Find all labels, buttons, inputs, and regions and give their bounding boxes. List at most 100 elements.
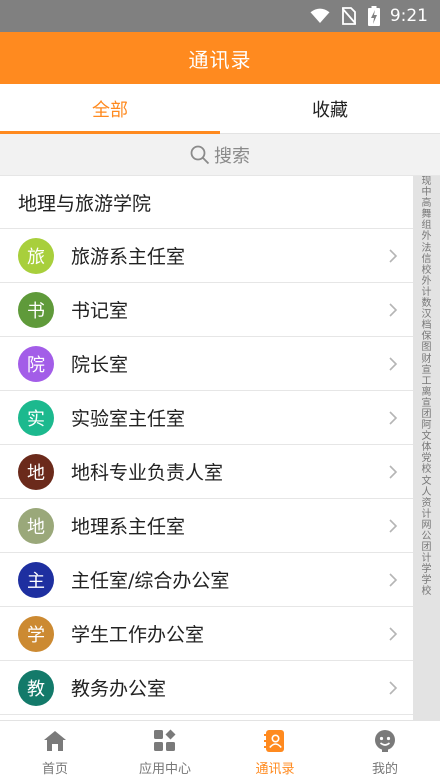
contact-row[interactable]: 主主任室/综合办公室 bbox=[0, 553, 413, 607]
contact-avatar: 院 bbox=[18, 345, 54, 382]
status-time: 9:21 bbox=[389, 6, 428, 26]
alphabet-index-bar[interactable]: 现中高舞组外法信校外计数汉档保图财宣工离宣团阿文体党校文人资计网公团计学学校 bbox=[413, 176, 440, 720]
nav-home[interactable]: 首页 bbox=[0, 721, 110, 783]
contacts-icon bbox=[263, 728, 287, 754]
contact-row[interactable]: 实实验室主任室 bbox=[0, 391, 413, 445]
index-letter[interactable]: 高 bbox=[422, 198, 432, 209]
index-letter[interactable]: 党 bbox=[422, 453, 432, 464]
index-letter[interactable]: 团 bbox=[422, 409, 432, 420]
index-letter[interactable]: 图 bbox=[422, 342, 432, 353]
contact-name: 书记室 bbox=[71, 300, 129, 322]
contact-avatar: 学 bbox=[18, 615, 54, 652]
index-letter[interactable]: 团 bbox=[422, 542, 432, 553]
index-letter[interactable]: 校 bbox=[422, 464, 432, 475]
contact-avatar: 主 bbox=[18, 561, 54, 598]
index-letter[interactable]: 数 bbox=[422, 298, 432, 309]
index-letter[interactable]: 宣 bbox=[422, 398, 432, 409]
index-letter[interactable]: 校 bbox=[422, 265, 432, 276]
index-letter[interactable]: 信 bbox=[422, 254, 432, 265]
nav-home-label: 首页 bbox=[41, 761, 68, 777]
chevron-right-icon bbox=[383, 410, 403, 426]
chevron-right-icon bbox=[383, 464, 403, 480]
index-letter[interactable]: 计 bbox=[422, 287, 432, 298]
index-letter[interactable]: 文 bbox=[422, 431, 432, 442]
contact-name: 主任室/综合办公室 bbox=[71, 570, 230, 592]
chevron-right-icon bbox=[383, 680, 403, 696]
nav-apps[interactable]: 应用中心 bbox=[110, 721, 220, 783]
chevron-right-icon bbox=[383, 356, 403, 372]
search-placeholder: 搜索 bbox=[214, 145, 250, 167]
status-bar: 9:21 bbox=[0, 0, 440, 32]
index-letter[interactable]: 资 bbox=[422, 498, 432, 509]
index-letter[interactable]: 学 bbox=[422, 575, 432, 586]
contact-row[interactable]: 地地科专业负责人室 bbox=[0, 445, 413, 499]
contact-row[interactable]: 教教务办公室 bbox=[0, 661, 413, 715]
wifi-icon bbox=[310, 8, 330, 24]
section-header: 地理与旅游学院 bbox=[0, 176, 413, 229]
chevron-right-icon bbox=[383, 248, 403, 264]
nav-apps-label: 应用中心 bbox=[138, 761, 191, 777]
contact-avatar: 地 bbox=[18, 507, 54, 544]
contact-row[interactable]: 书书记室 bbox=[0, 283, 413, 337]
contact-name: 教务办公室 bbox=[71, 678, 167, 700]
contact-name: 院长室 bbox=[71, 354, 129, 376]
index-letter[interactable]: 文 bbox=[422, 476, 432, 487]
index-letter[interactable]: 阿 bbox=[422, 420, 432, 431]
index-letter[interactable]: 组 bbox=[422, 220, 432, 231]
index-letter[interactable]: 计 bbox=[422, 553, 432, 564]
chevron-right-icon bbox=[383, 302, 403, 318]
index-letter[interactable]: 外 bbox=[422, 276, 432, 287]
app-header: 通讯录 bbox=[0, 32, 440, 84]
contact-avatar: 书 bbox=[18, 291, 54, 328]
index-letter[interactable]: 汉 bbox=[422, 309, 432, 320]
bottom-nav: 首页 应用中心 通讯录 我的 bbox=[0, 720, 440, 783]
index-letter[interactable]: 网 bbox=[422, 520, 432, 531]
tab-all[interactable]: 全部 bbox=[0, 84, 220, 134]
nav-contacts-label: 通讯录 bbox=[255, 761, 295, 777]
search-icon bbox=[190, 145, 210, 165]
contact-avatar: 地 bbox=[18, 453, 54, 490]
index-letter[interactable]: 工 bbox=[422, 376, 432, 387]
contact-avatar: 教 bbox=[18, 669, 54, 706]
tab-bar: 全部 收藏 bbox=[0, 84, 440, 134]
contact-name: 学生工作办公室 bbox=[71, 624, 205, 646]
index-letter[interactable]: 法 bbox=[422, 243, 432, 254]
nav-contacts[interactable]: 通讯录 bbox=[220, 721, 330, 783]
nav-profile[interactable]: 我的 bbox=[330, 721, 440, 783]
index-letter[interactable]: 校 bbox=[422, 586, 432, 597]
index-letter[interactable]: 现 bbox=[422, 176, 432, 187]
contact-name: 实验室主任室 bbox=[71, 408, 186, 430]
index-letter[interactable]: 体 bbox=[422, 442, 432, 453]
index-letter[interactable]: 离 bbox=[422, 387, 432, 398]
no-sim-icon bbox=[341, 7, 356, 25]
contact-row[interactable]: 学学生工作办公室 bbox=[0, 607, 413, 661]
contact-avatar: 实 bbox=[18, 399, 54, 436]
apps-icon bbox=[153, 728, 177, 754]
index-letter[interactable]: 计 bbox=[422, 509, 432, 520]
index-letter[interactable]: 学 bbox=[422, 564, 432, 575]
tab-favorites[interactable]: 收藏 bbox=[220, 84, 440, 133]
contact-avatar: 旅 bbox=[18, 237, 54, 274]
search-bar[interactable]: 搜索 bbox=[0, 134, 440, 176]
contact-list: 地理与旅游学院 旅旅游系主任室书书记室院院长室实实验室主任室地地科专业负责人室地… bbox=[0, 176, 413, 720]
battery-charging-icon bbox=[367, 6, 380, 26]
index-letter[interactable]: 人 bbox=[422, 487, 432, 498]
contact-row[interactable]: 院院长室 bbox=[0, 337, 413, 391]
chevron-right-icon bbox=[383, 572, 403, 588]
index-letter[interactable]: 外 bbox=[422, 231, 432, 242]
home-icon bbox=[43, 728, 67, 754]
page-title: 通讯录 bbox=[188, 47, 252, 72]
profile-icon bbox=[373, 728, 397, 754]
contact-row[interactable]: 地地理系主任室 bbox=[0, 499, 413, 553]
index-letter[interactable]: 公 bbox=[422, 531, 432, 542]
index-letter[interactable]: 中 bbox=[422, 187, 432, 198]
index-letter[interactable]: 档 bbox=[422, 320, 432, 331]
index-letter[interactable]: 保 bbox=[422, 331, 432, 342]
nav-profile-label: 我的 bbox=[371, 761, 398, 777]
contact-row[interactable]: 旅旅游系主任室 bbox=[0, 229, 413, 283]
chevron-right-icon bbox=[383, 626, 403, 642]
contact-name: 地科专业负责人室 bbox=[71, 462, 224, 484]
index-letter[interactable]: 舞 bbox=[422, 209, 432, 220]
index-letter[interactable]: 财 bbox=[422, 354, 432, 365]
index-letter[interactable]: 宣 bbox=[422, 365, 432, 376]
